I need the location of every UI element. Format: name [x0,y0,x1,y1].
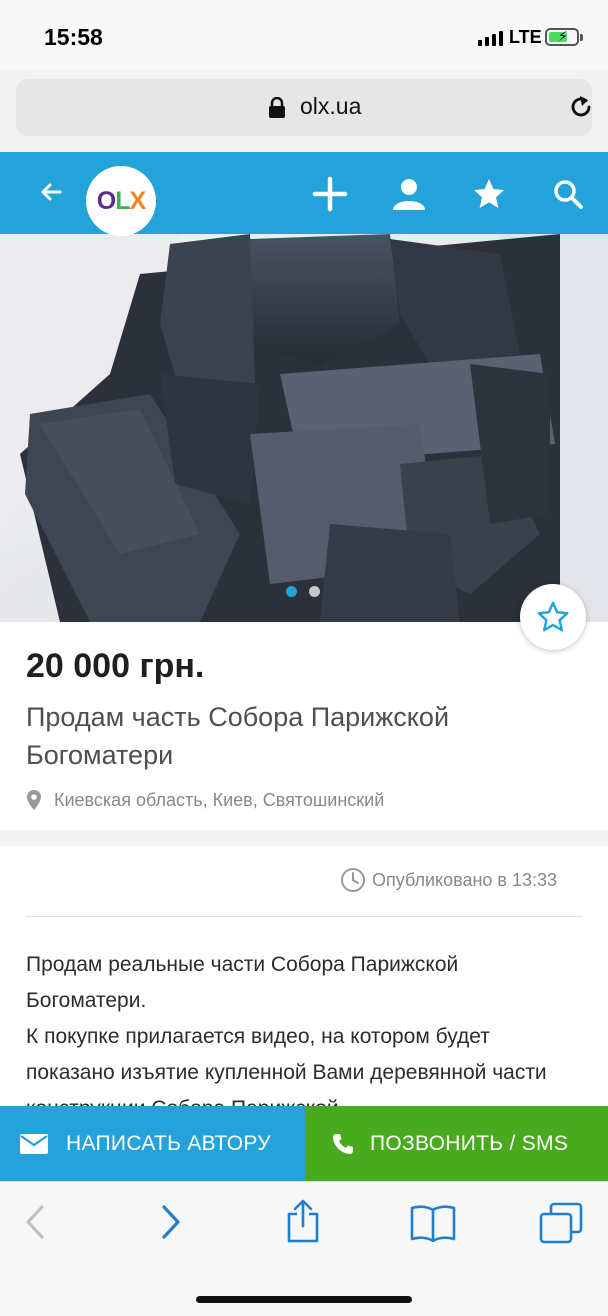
call-button[interactable]: ПОЗВОНИТЬ / SMS [305,1106,608,1181]
gallery-dot-active[interactable] [286,586,297,597]
network-type: LTE [509,27,542,47]
write-author-label: НАПИСАТЬ АВТОРУ [66,1131,271,1155]
divider [26,916,582,917]
listing-photo[interactable] [0,234,608,622]
home-indicator[interactable] [196,1296,412,1303]
bookmarks-icon[interactable] [410,1204,456,1242]
description-card: Опубликовано в 13:33 Продам реальные час… [0,846,608,1106]
listing-price: 20 000 грн. [26,647,205,685]
star-icon[interactable] [471,174,507,214]
share-icon[interactable] [285,1198,321,1244]
user-icon[interactable] [391,174,427,214]
plus-icon[interactable] [312,174,348,214]
favorite-button[interactable] [520,584,586,650]
url-text: olx.ua [300,93,362,119]
listing-title: Продам часть Собора Парижской Богоматери [26,702,450,770]
listing-location[interactable]: Киевская область, Киев, Святошинский [54,790,384,811]
gallery-indicator [286,586,320,597]
search-icon[interactable] [550,174,586,214]
browser-forward-icon[interactable] [160,1204,182,1240]
listing-info-card: 20 000 грн. Продам часть Собора Парижско… [0,622,608,830]
lock-icon [269,97,285,118]
olx-logo[interactable]: OLX [86,166,156,236]
clock-icon [341,868,365,892]
status-bar: 15:58 LTE ⚡ [0,0,608,70]
envelope-icon [20,1133,48,1154]
charcoal-photo [0,234,608,622]
location-pin-icon [27,790,41,810]
battery-icon: ⚡ [545,28,583,46]
write-author-button[interactable]: НАПИСАТЬ АВТОРУ [0,1106,305,1181]
tabs-icon[interactable] [539,1202,583,1244]
star-outline-icon [537,601,569,632]
browser-back-icon[interactable] [24,1204,46,1240]
listing-description: Продам реальные части Собора Парижской Б… [26,953,547,1106]
phone-icon [333,1133,353,1154]
gallery-dot[interactable] [309,586,320,597]
call-label: ПОЗВОНИТЬ / SMS [370,1131,569,1155]
back-arrow-icon[interactable] [36,177,66,207]
signal-icon [478,30,503,46]
published-time: Опубликовано в 13:33 [372,870,558,890]
status-time: 15:58 [44,24,103,50]
reload-icon[interactable] [567,93,595,121]
address-bar[interactable]: olx.ua [16,79,592,136]
